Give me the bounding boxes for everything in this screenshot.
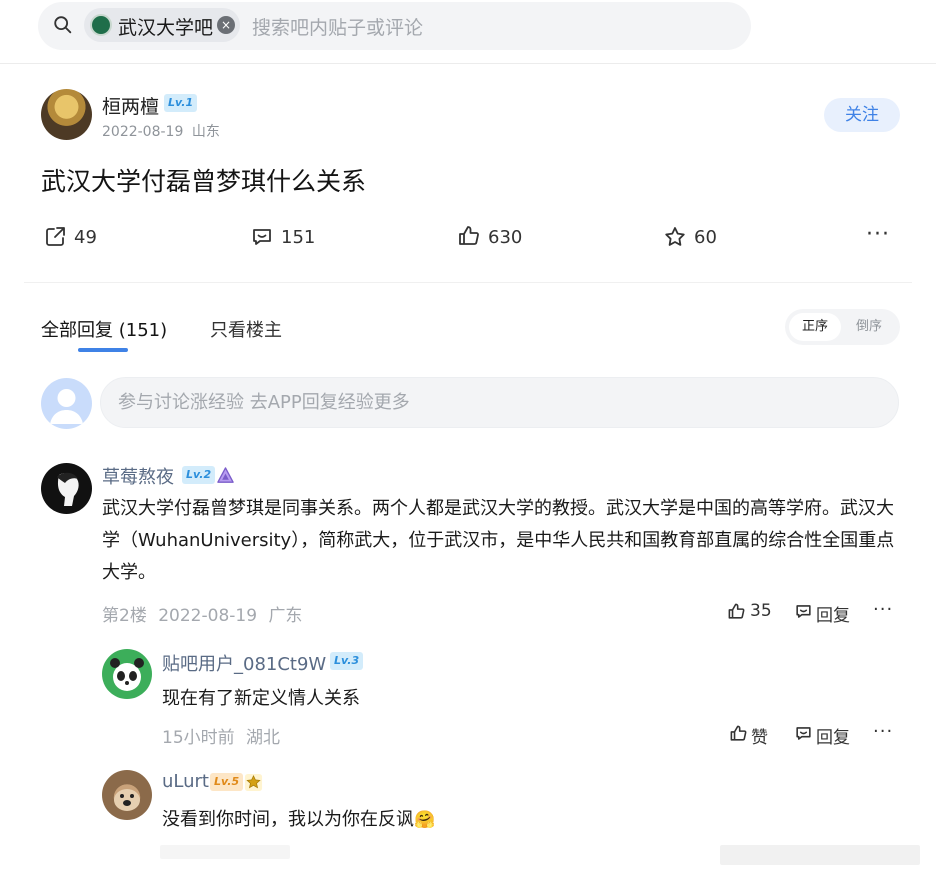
like-icon[interactable] bbox=[457, 224, 481, 248]
tab-op-only[interactable]: 只看楼主 bbox=[210, 316, 282, 342]
hug-emoji-icon: 🤗 bbox=[414, 810, 436, 830]
like-count[interactable]: 630 bbox=[488, 227, 522, 248]
author-avatar[interactable] bbox=[41, 89, 92, 140]
sub-reply-avatar[interactable] bbox=[102, 770, 152, 820]
comment-location: 广东 bbox=[268, 606, 303, 626]
follow-button[interactable]: 关注 bbox=[824, 98, 900, 132]
comment-icon[interactable] bbox=[250, 225, 274, 249]
more-options-icon[interactable]: ··· bbox=[873, 721, 893, 742]
forum-filter-name: 武汉大学吧 bbox=[118, 17, 214, 39]
sort-descending-button[interactable]: 倒序 bbox=[847, 313, 891, 341]
sort-ascending-button[interactable]: 正序 bbox=[789, 313, 841, 341]
like-icon[interactable] bbox=[729, 724, 748, 743]
author-name[interactable]: 桓两檀 bbox=[102, 92, 159, 119]
share-icon[interactable] bbox=[43, 225, 67, 249]
search-input[interactable]: 搜索吧内贴子或评论 bbox=[252, 13, 423, 40]
commenter-name[interactable]: 草莓熬夜 bbox=[102, 463, 174, 489]
sub-reply-avatar[interactable] bbox=[102, 649, 152, 699]
current-user-avatar bbox=[41, 378, 92, 429]
post-date: 2022-08-19 bbox=[102, 124, 184, 140]
sub-reply-text: 现在有了新定义情人关系 bbox=[162, 688, 360, 709]
panda-avatar-icon bbox=[110, 658, 144, 691]
clear-forum-filter-icon[interactable]: × bbox=[217, 16, 235, 34]
sub-reply-meta: 15小时前 湖北 bbox=[162, 723, 280, 748]
sub-reply-text: 没看到你时间，我以为你在反讽🤗 bbox=[162, 805, 435, 831]
sub-reply-level-badge: Lv.5 bbox=[210, 773, 244, 791]
avatar-illustration-icon bbox=[57, 472, 79, 506]
dog-avatar-icon bbox=[114, 789, 140, 811]
share-count[interactable]: 49 bbox=[74, 227, 97, 248]
post-title: 武汉大学付磊曾梦琪什么关系 bbox=[41, 167, 367, 196]
sub-reply-time: 15小时前 bbox=[162, 728, 235, 748]
more-options-icon[interactable]: ··· bbox=[866, 222, 890, 247]
comment-meta: 第2楼 2022-08-19 广东 bbox=[102, 601, 302, 626]
sub-reply-text-body: 没看到你时间，我以为你在反讽 bbox=[162, 809, 414, 830]
comment-text: 武汉大学付磊曾梦琪是同事关系。两个人都是武汉大学的教授。武汉大学是中国的高等学府… bbox=[102, 498, 895, 583]
comment-count[interactable]: 151 bbox=[281, 227, 315, 248]
sub-reply-location: 湖北 bbox=[246, 728, 281, 748]
favorite-count[interactable]: 60 bbox=[694, 227, 717, 248]
member-badge-icon bbox=[217, 467, 234, 483]
faded-content bbox=[720, 845, 920, 865]
like-icon[interactable] bbox=[727, 602, 746, 621]
post-meta: 2022-08-19 山东 bbox=[102, 121, 220, 141]
reply-input[interactable]: 参与讨论涨经验 去APP回复经验更多 bbox=[100, 377, 899, 428]
sub-reply-reply-button[interactable]: 回复 bbox=[816, 723, 850, 748]
search-icon[interactable] bbox=[52, 14, 74, 36]
forum-logo-icon bbox=[90, 14, 112, 36]
reply-button[interactable]: 回复 bbox=[816, 601, 850, 626]
default-user-icon bbox=[50, 389, 83, 424]
reply-icon[interactable] bbox=[794, 724, 813, 743]
reply-icon[interactable] bbox=[794, 602, 813, 621]
commenter-avatar[interactable] bbox=[41, 463, 92, 514]
faded-content bbox=[160, 845, 290, 859]
comment-like-count[interactable]: 35 bbox=[750, 601, 772, 621]
tab-all-replies[interactable]: 全部回复 (151) bbox=[41, 316, 167, 342]
active-tab-indicator bbox=[78, 348, 128, 352]
post-location: 山东 bbox=[191, 124, 220, 140]
comment-date: 2022-08-19 bbox=[158, 606, 258, 626]
divider bbox=[0, 63, 936, 64]
more-options-icon[interactable]: ··· bbox=[873, 599, 893, 620]
member-badge-icon bbox=[244, 773, 263, 792]
sub-reply-author[interactable]: uLurt bbox=[162, 771, 209, 792]
author-level-badge: Lv.1 bbox=[164, 94, 198, 112]
favorite-star-icon[interactable] bbox=[663, 225, 687, 249]
floor-number: 第2楼 bbox=[102, 606, 147, 626]
commenter-level-badge: Lv.2 bbox=[182, 466, 216, 484]
sub-reply-level-badge: Lv.3 bbox=[330, 652, 364, 670]
sub-reply-like-button[interactable]: 赞 bbox=[751, 723, 768, 748]
divider bbox=[24, 282, 912, 283]
sub-reply-author[interactable]: 贴吧用户_081Ct9W bbox=[162, 650, 326, 676]
